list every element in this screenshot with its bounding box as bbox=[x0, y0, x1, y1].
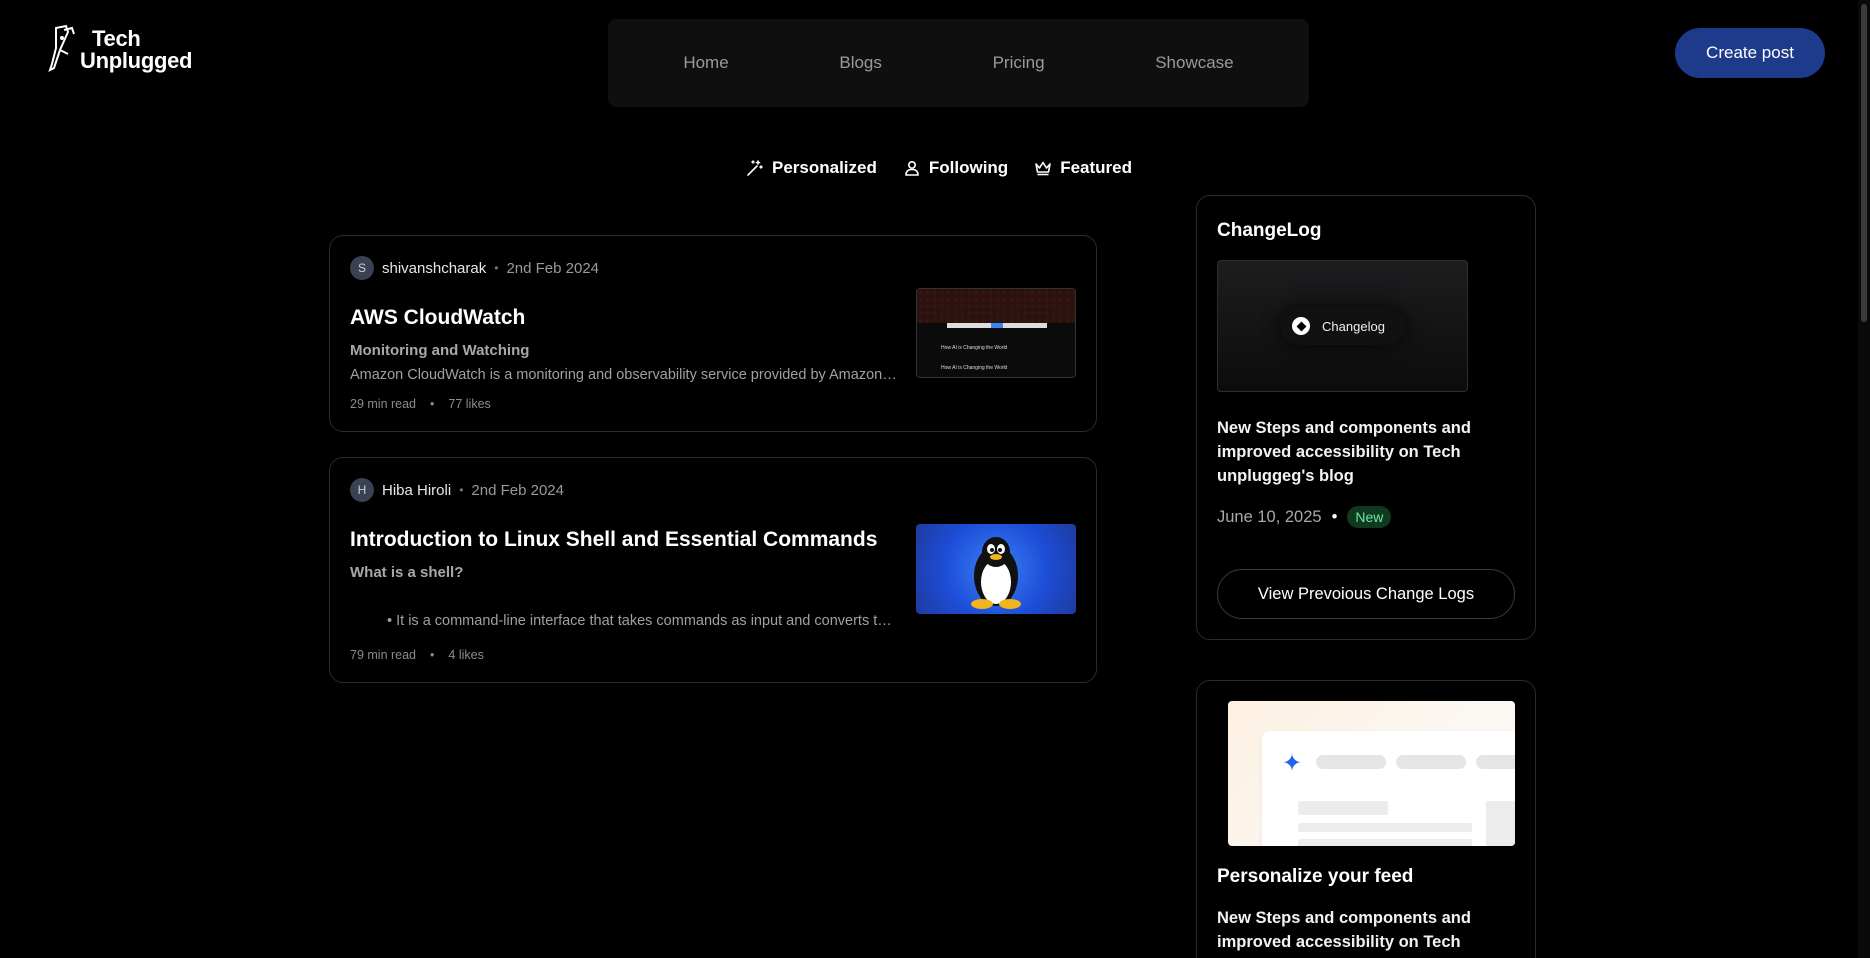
date-separator: • bbox=[1331, 507, 1338, 526]
tab-following-label: Following bbox=[928, 158, 1009, 177]
post-date: 2nd Feb 2024 bbox=[506, 259, 600, 277]
changelog-date: June 10, 2025 bbox=[1217, 507, 1322, 526]
post-excerpt: • It is a command-line interface that ta… bbox=[387, 613, 897, 629]
magic-wand-icon bbox=[747, 160, 763, 176]
changelog-date-row: June 10, 2025 • New bbox=[1217, 506, 1392, 528]
author-name[interactable]: Hiba Hiroli bbox=[382, 482, 451, 499]
personalize-description: New Steps and components and improved ac… bbox=[1217, 909, 1471, 951]
changelog-title: ChangeLog bbox=[1217, 220, 1322, 241]
post-subtitle: Monitoring and Watching bbox=[350, 342, 530, 359]
mock-pill bbox=[1316, 755, 1386, 769]
view-changelogs-button[interactable]: View Prevoious Change Logs bbox=[1217, 569, 1515, 619]
avatar[interactable]: H bbox=[350, 478, 374, 502]
mock-line bbox=[1298, 823, 1472, 832]
post-meta: H Hiba Hiroli • 2nd Feb 2024 bbox=[350, 478, 564, 502]
post-excerpt-text: It is a command-line interface that take… bbox=[396, 613, 897, 629]
personalize-card: ✦ Personalize your feed New Steps and co… bbox=[1196, 680, 1536, 958]
meta-separator: • bbox=[459, 483, 464, 497]
diamond-icon bbox=[1292, 317, 1311, 335]
sparkle-icon: ✦ bbox=[1282, 750, 1303, 777]
changelog-pill: Changelog bbox=[1280, 307, 1405, 345]
crown-icon bbox=[1035, 161, 1052, 176]
mock-pill bbox=[1476, 755, 1515, 769]
top-navigation: Home Blogs Pricing Showcase bbox=[608, 19, 1309, 107]
read-time: 79 min read bbox=[350, 648, 417, 662]
nav-home-link[interactable]: Home bbox=[683, 53, 728, 73]
post-title[interactable]: AWS CloudWatch bbox=[350, 306, 525, 330]
tab-featured[interactable]: Featured bbox=[1034, 158, 1132, 178]
tab-following[interactable]: Following bbox=[903, 158, 1008, 178]
like-count: 77 likes bbox=[448, 397, 491, 411]
nav-pricing-link[interactable]: Pricing bbox=[993, 53, 1045, 73]
page-scrollbar[interactable] bbox=[1858, 0, 1870, 958]
post-meta: S shivanshcharak • 2nd Feb 2024 bbox=[350, 256, 599, 280]
tab-featured-label: Featured bbox=[1060, 158, 1132, 177]
post-stats: 79 min read • 4 likes bbox=[350, 648, 484, 662]
changelog-card: ChangeLog Changelog New Steps and compon… bbox=[1196, 195, 1536, 640]
linux-penguin-icon bbox=[971, 537, 1021, 609]
post-thumbnail[interactable] bbox=[916, 524, 1076, 614]
post-title[interactable]: Introduction to Linux Shell and Essentia… bbox=[350, 528, 877, 552]
changelog-image: Changelog bbox=[1217, 260, 1468, 392]
post-excerpt: Amazon CloudWatch is a monitoring and ob… bbox=[350, 367, 897, 383]
avatar[interactable]: S bbox=[350, 256, 374, 280]
mock-line bbox=[1298, 839, 1472, 846]
mock-line bbox=[1298, 801, 1388, 815]
feed-tabs: Personalized Following Featured bbox=[746, 158, 1132, 178]
tab-personalized-label: Personalized bbox=[772, 158, 877, 177]
post-stats: 29 min read • 77 likes bbox=[350, 397, 491, 411]
user-icon bbox=[905, 160, 919, 176]
post-card[interactable]: H Hiba Hiroli • 2nd Feb 2024 Introductio… bbox=[329, 457, 1097, 683]
post-date: 2nd Feb 2024 bbox=[471, 481, 564, 499]
author-name[interactable]: shivanshcharak bbox=[382, 260, 486, 277]
changelog-description: New Steps and components and improved ac… bbox=[1217, 419, 1471, 485]
personalize-title: Personalize your feed bbox=[1217, 866, 1414, 887]
personalize-mock-panel: ✦ bbox=[1262, 731, 1515, 846]
read-time: 29 min read bbox=[350, 397, 417, 411]
create-post-button[interactable]: Create post bbox=[1675, 28, 1825, 78]
scrollbar-thumb[interactable] bbox=[1861, 4, 1867, 322]
personalize-image: ✦ bbox=[1228, 701, 1515, 846]
pen-nib-icon bbox=[48, 24, 75, 72]
thumbnail-caption-2: How AI is Changing the World bbox=[941, 365, 1008, 371]
changelog-pill-label: Changelog bbox=[1322, 318, 1385, 334]
new-badge: New bbox=[1347, 506, 1392, 528]
bullet: • bbox=[387, 613, 397, 629]
thumbnail-accent bbox=[991, 323, 1003, 328]
nav-blogs-link[interactable]: Blogs bbox=[839, 53, 882, 73]
nav-showcase-link[interactable]: Showcase bbox=[1155, 53, 1233, 73]
stats-separator: • bbox=[430, 648, 435, 662]
mock-pill bbox=[1396, 755, 1466, 769]
post-thumbnail[interactable]: How AI is Changing the World How AI is C… bbox=[916, 288, 1076, 378]
thumbnail-pattern bbox=[917, 289, 1075, 323]
brand-logo[interactable]: Tech Unplugged bbox=[46, 24, 192, 76]
post-subtitle: What is a shell? bbox=[350, 564, 464, 581]
thumbnail-caption-1: How AI is Changing the World bbox=[941, 345, 1008, 351]
mock-block bbox=[1486, 801, 1515, 846]
stats-separator: • bbox=[430, 397, 435, 411]
tab-personalized[interactable]: Personalized bbox=[746, 158, 877, 178]
meta-separator: • bbox=[494, 261, 499, 275]
post-card[interactable]: S shivanshcharak • 2nd Feb 2024 AWS Clou… bbox=[329, 235, 1097, 432]
brand-name: Tech Unplugged bbox=[80, 26, 193, 73]
like-count: 4 likes bbox=[448, 648, 484, 662]
